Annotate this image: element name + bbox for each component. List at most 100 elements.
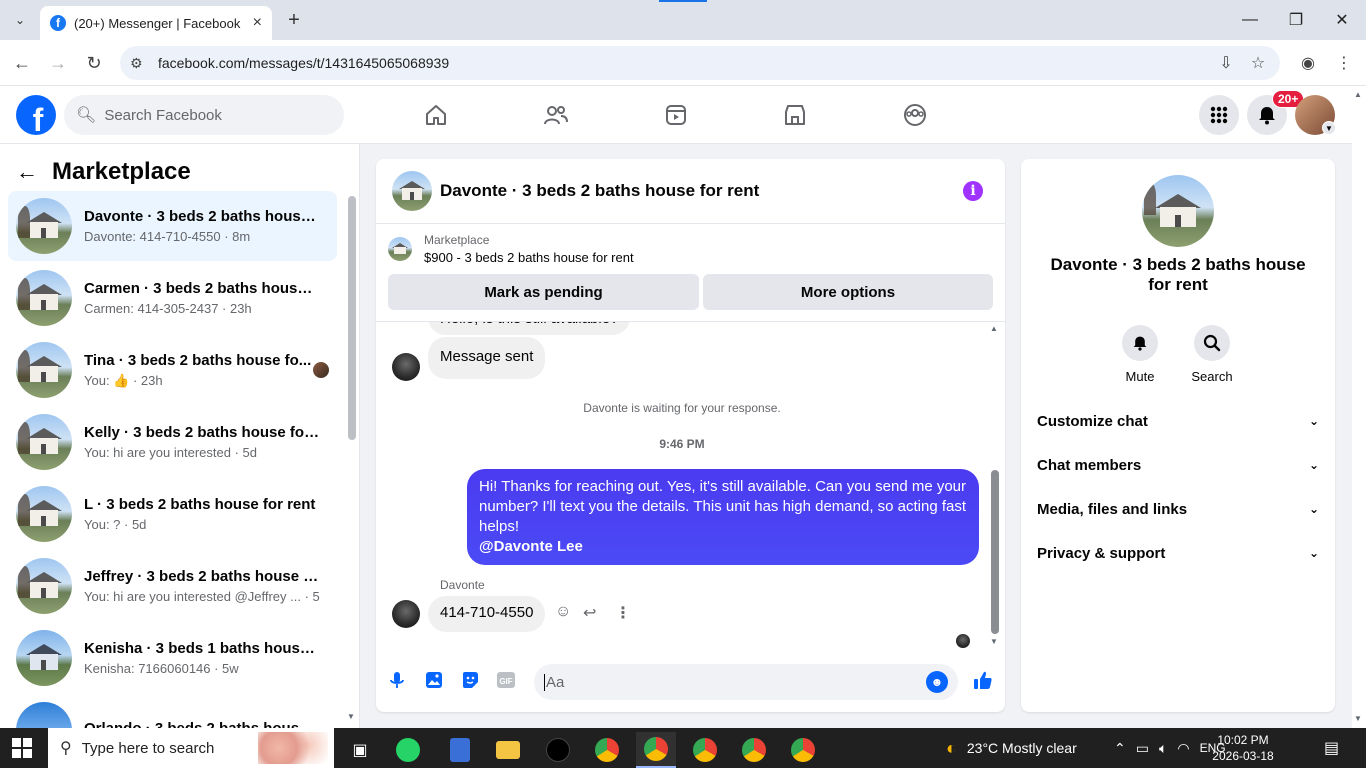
react-emoji-icon[interactable]: ☺	[555, 603, 571, 621]
read-receipt-avatar	[956, 634, 970, 648]
message-bubble-incoming[interactable]: Message sent	[428, 337, 546, 379]
conversation-item-l[interactable]: L · 3 beds 2 baths house for rent You: ? …	[8, 479, 337, 549]
close-tab-icon[interactable]: ×	[253, 14, 262, 32]
volume-icon[interactable]: 🔈︎	[1159, 740, 1167, 757]
site-info-icon[interactable]: ⚙	[130, 55, 150, 72]
chrome-profile-icon[interactable]	[636, 732, 676, 768]
conversation-item-carmen[interactable]: Carmen · 3 beds 2 baths house f... Carmen…	[8, 263, 337, 333]
friends-icon[interactable]	[540, 99, 572, 131]
browser-menu-icon[interactable]: ⋮	[1332, 51, 1356, 75]
browser-tab-messenger[interactable]: f (20+) Messenger | Facebook ×	[40, 6, 272, 40]
tab-search-dropdown-icon[interactable]: ⌄	[8, 8, 32, 32]
details-avatar[interactable]	[1142, 175, 1214, 247]
facebook-header: f 🔍︎ Search Facebook	[0, 86, 1352, 144]
message-bubble-incoming[interactable]: 414-710-4550	[428, 596, 546, 632]
reply-icon[interactable]: ↩	[583, 603, 596, 623]
message-input[interactable]: Aa ☻	[534, 664, 958, 700]
listing-summary[interactable]: Marketplace $900 - 3 beds 2 baths house …	[388, 233, 634, 265]
media-files-links-section[interactable]: Media, files and links ⌄	[1037, 487, 1319, 531]
close-window-icon[interactable]: ✕	[1330, 8, 1354, 32]
listing-thumbnail	[16, 486, 72, 542]
conversation-list-scrollbar[interactable]	[348, 196, 356, 440]
photo-icon[interactable]	[423, 669, 445, 691]
section-label: Media, files and links	[1037, 500, 1188, 518]
more-options-button[interactable]: More options	[703, 274, 993, 310]
file-explorer-icon[interactable]	[488, 732, 528, 768]
calculator-icon[interactable]	[440, 732, 480, 768]
conversation-item-jeffrey[interactable]: Jeffrey · 3 beds 2 baths house fo... You:…	[8, 551, 337, 621]
chrome-profile-icon[interactable]	[685, 732, 725, 768]
more-actions-icon[interactable]: ⋮	[615, 603, 631, 623]
taskbar-search-input[interactable]: ⚲ Type here to search	[48, 728, 334, 768]
chrome-profile-icon[interactable]	[783, 732, 823, 768]
back-arrow-icon[interactable]: ←	[16, 159, 38, 185]
tiktok-icon[interactable]	[538, 732, 578, 768]
conversation-preview: Carmen: 414-305-2437 · 23h	[84, 301, 252, 316]
message-thread: Hello, is this still available? Message …	[376, 321, 1005, 651]
search-conversation-button[interactable]: Search	[1182, 325, 1242, 384]
conversation-preview: Davonte: 414-710-4550 · 8m	[84, 229, 251, 244]
chrome-icon[interactable]	[587, 732, 627, 768]
video-icon[interactable]	[660, 99, 692, 131]
conversation-item-kenisha[interactable]: Kenisha · 3 beds 1 baths house f... Kenis…	[8, 623, 337, 693]
conversation-item-tina[interactable]: Tina · 3 beds 2 baths house fo... You: 👍 …	[8, 335, 337, 405]
page-scroll-down-icon[interactable]: ▼	[1354, 714, 1362, 723]
reload-icon[interactable]: ↻	[82, 51, 106, 75]
thumbs-up-icon[interactable]	[972, 669, 994, 691]
chat-members-section[interactable]: Chat members ⌄	[1037, 443, 1319, 487]
thread-scrollbar[interactable]	[991, 470, 999, 634]
task-view-icon[interactable]: ▣	[340, 732, 380, 768]
conversation-name: Carmen · 3 beds 2 baths house f...	[84, 280, 320, 297]
install-app-icon[interactable]: ⇩	[1214, 51, 1238, 75]
mark-as-pending-button[interactable]: Mark as pending	[388, 274, 699, 310]
chevron-up-icon[interactable]: ⌃	[1114, 740, 1126, 757]
facebook-search-input[interactable]: 🔍︎ Search Facebook	[64, 95, 344, 135]
scroll-up-icon[interactable]: ▲	[990, 324, 998, 333]
message-bubble-outgoing[interactable]: Hi! Thanks for reaching out. Yes, it's s…	[467, 469, 979, 565]
marketplace-icon[interactable]	[779, 99, 811, 131]
sticker-icon[interactable]	[459, 669, 481, 691]
gif-icon[interactable]: GIF	[495, 669, 517, 691]
menu-grid-icon[interactable]	[1199, 95, 1239, 135]
scroll-down-icon[interactable]: ▼	[990, 637, 998, 646]
listing-price-title: $900 - 3 beds 2 baths house for rent	[424, 250, 634, 265]
search-label: Search	[1191, 369, 1233, 384]
profile-icon[interactable]: ◉	[1296, 51, 1320, 75]
emoji-icon[interactable]: ☻	[926, 671, 948, 693]
page-scroll-up-icon[interactable]: ▲	[1354, 90, 1362, 99]
chrome-profile-icon[interactable]	[734, 732, 774, 768]
weather-widget[interactable]: ◐ 23°C Mostly clear	[946, 728, 1077, 768]
whatsapp-icon[interactable]	[388, 732, 428, 768]
clock[interactable]: 10:02 PM 2026-03-18	[1208, 732, 1278, 764]
windows-start-icon[interactable]	[12, 738, 32, 758]
back-icon[interactable]: ←	[10, 51, 34, 75]
conversation-item-kelly[interactable]: Kelly · 3 beds 2 baths house for ... You:…	[8, 407, 337, 477]
details-title: Davonte · 3 beds 2 baths house for rent	[1050, 255, 1306, 294]
conversation-item-orlando[interactable]: Orlando · 3 beds 2 baths hous...	[8, 695, 337, 728]
address-bar[interactable]: ⚙ facebook.com/messages/t/14316450650689…	[120, 46, 1280, 80]
conversation-preview: You: 👍 · 23h	[84, 372, 163, 388]
privacy-support-section[interactable]: Privacy & support ⌄	[1037, 531, 1319, 575]
network-icon[interactable]: ▭	[1136, 740, 1149, 757]
chat-avatar[interactable]	[392, 171, 432, 211]
notification-center-icon[interactable]: ▤	[1324, 728, 1339, 768]
microphone-icon[interactable]	[386, 669, 408, 691]
mute-button[interactable]: Mute	[1110, 325, 1170, 384]
new-tab-icon[interactable]: +	[282, 8, 306, 32]
conversation-item-davonte[interactable]: Davonte · 3 beds 2 baths house ... Davont…	[8, 191, 337, 261]
home-icon[interactable]	[420, 99, 452, 131]
message-bubble-incoming[interactable]: Hello, is this still available?	[428, 322, 631, 335]
mention-link[interactable]: @Davonte Lee	[479, 537, 967, 557]
restore-icon[interactable]: ❐	[1284, 8, 1308, 32]
info-icon[interactable]: i	[963, 181, 983, 201]
wifi-icon[interactable]: ◠	[1177, 740, 1189, 757]
groups-icon[interactable]	[899, 99, 931, 131]
chevron-down-icon[interactable]: ▼	[1322, 121, 1336, 135]
minimize-icon[interactable]: —	[1238, 8, 1262, 32]
scroll-down-icon[interactable]: ▼	[347, 712, 355, 721]
forward-icon[interactable]: →	[46, 51, 70, 75]
chat-title[interactable]: Davonte · 3 beds 2 baths house for rent	[440, 181, 759, 201]
facebook-logo-icon[interactable]: f	[16, 95, 56, 135]
bookmark-star-icon[interactable]: ☆	[1246, 51, 1270, 75]
customize-chat-section[interactable]: Customize chat ⌄	[1037, 399, 1319, 443]
